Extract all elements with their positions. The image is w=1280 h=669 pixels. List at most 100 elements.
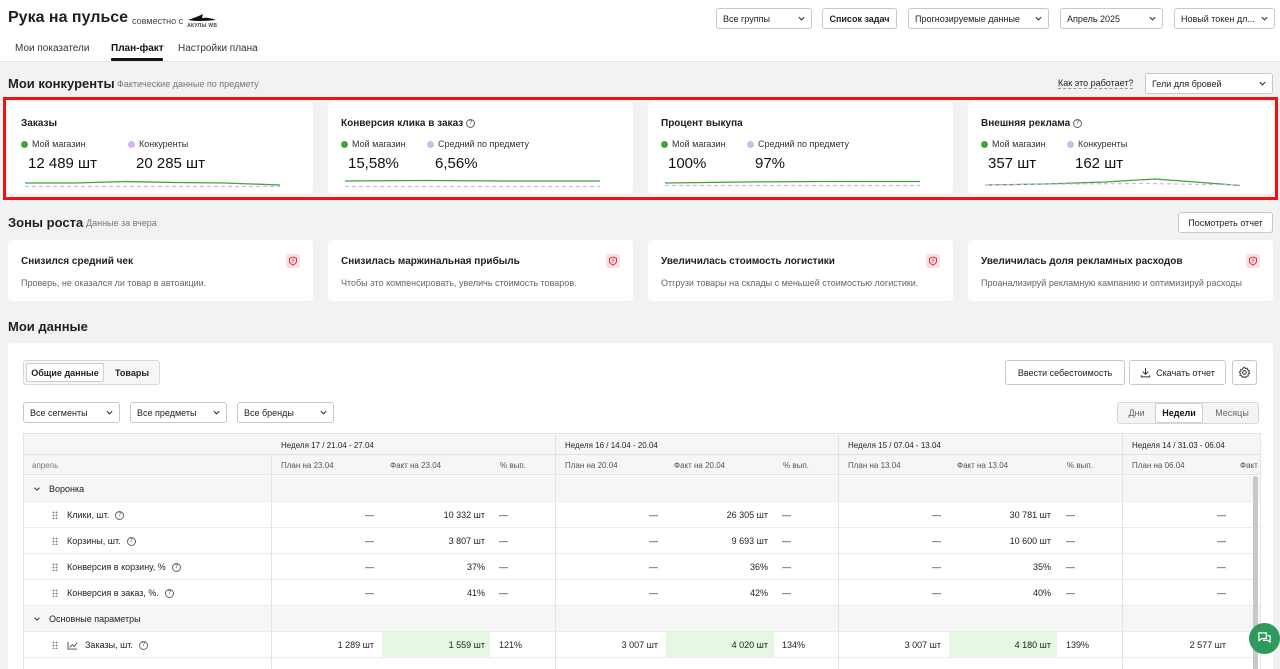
chevron-down-icon bbox=[34, 617, 40, 621]
column-divider bbox=[838, 434, 839, 669]
pct-cell: — bbox=[499, 562, 508, 572]
fact-column: Факт на 20.04 bbox=[674, 461, 726, 470]
value-cell: 40% bbox=[1032, 588, 1051, 598]
tab-plan-settings[interactable]: Настройки плана bbox=[178, 43, 258, 54]
chat-icon bbox=[1258, 632, 1271, 643]
info-icon[interactable]: ? bbox=[115, 510, 125, 520]
pct-cell: — bbox=[499, 588, 508, 598]
row-label-text: Заказы, шт. bbox=[85, 640, 133, 650]
group-row-main[interactable]: Основные параметры bbox=[24, 606, 1260, 632]
value-cell: 1 559 шт bbox=[448, 640, 485, 650]
growth-card-desc: Отгрузи товары на склады с меньшей стоим… bbox=[661, 278, 919, 288]
items-filter[interactable]: Все предметы bbox=[130, 402, 227, 423]
growth-card-desc: Проанализируй рекламную кампанию и оптим… bbox=[981, 278, 1242, 288]
groups-select-value: Все группы bbox=[723, 13, 770, 24]
value-cell: 4 180 шт bbox=[1014, 640, 1051, 650]
tab-my-metrics[interactable]: Мои показатели bbox=[15, 43, 89, 54]
app-title: Рука на пульсе bbox=[8, 9, 129, 26]
tab-plan-fact[interactable]: План-факт bbox=[111, 43, 164, 54]
pct-cell: — bbox=[782, 536, 791, 546]
value-cell: 3 807 шт bbox=[448, 536, 485, 546]
category-select[interactable]: Гели для бровей bbox=[1145, 73, 1273, 94]
value-cell: 10 600 шт bbox=[1009, 536, 1051, 546]
group-row-funnel[interactable]: Воронка bbox=[24, 476, 1260, 502]
value-cell: — bbox=[649, 510, 658, 520]
month-value: Апрель 2025 bbox=[1067, 13, 1121, 24]
table-row[interactable]: Клики, шт.? — 10 332 шт — — 26 305 шт — — 30 781… bbox=[24, 502, 1260, 528]
value-cell: 9 693 шт bbox=[731, 536, 768, 546]
tab-products[interactable]: Товары bbox=[106, 363, 158, 382]
month-select[interactable]: Апрель 2025 bbox=[1060, 8, 1163, 29]
table-row[interactable]: Корзины, шт.? — 3 807 шт — — 9 693 шт — — 10 600… bbox=[24, 528, 1260, 554]
items-filter-value: Все предметы bbox=[137, 407, 197, 418]
info-icon[interactable]: ? bbox=[171, 562, 181, 572]
token-value: Новый токен дл... bbox=[1181, 13, 1255, 24]
month-label: апрель bbox=[32, 461, 59, 470]
chevron-down-icon bbox=[106, 410, 113, 415]
table-row[interactable]: Конверсия в заказ, %.? — 41% — — 42% — — 40% — — bbox=[24, 580, 1260, 606]
drag-handle-icon[interactable] bbox=[52, 563, 58, 571]
task-list-button[interactable]: Список задач bbox=[822, 8, 897, 29]
chevron-down-icon bbox=[34, 487, 40, 491]
tab-general-data[interactable]: Общие данные bbox=[26, 363, 104, 382]
pct-cell: — bbox=[499, 536, 508, 546]
growth-card-margin[interactable]: Снизилась маржинальная прибыль Чтобы это… bbox=[328, 240, 633, 301]
value-cell: — bbox=[649, 562, 658, 572]
data-mode-select[interactable]: Прогнозируемые данные bbox=[908, 8, 1049, 29]
pct-cell: — bbox=[1066, 510, 1075, 520]
value-cell: — bbox=[1217, 588, 1226, 598]
pct-cell: — bbox=[1066, 588, 1075, 598]
brands-filter-value: Все бренды bbox=[244, 407, 294, 418]
value-cell: 41% bbox=[466, 588, 485, 598]
chat-support-button[interactable] bbox=[1249, 623, 1280, 654]
value-cell: 26 305 шт bbox=[726, 510, 768, 520]
group-label: Основные параметры bbox=[49, 614, 141, 624]
period-weeks[interactable]: Недели bbox=[1155, 403, 1203, 423]
drag-handle-icon[interactable] bbox=[52, 537, 58, 545]
drag-handle-icon[interactable] bbox=[52, 589, 58, 597]
info-icon[interactable]: ? bbox=[138, 640, 148, 650]
token-select[interactable]: Новый токен дл... bbox=[1174, 8, 1275, 29]
brands-filter[interactable]: Все бренды bbox=[237, 402, 334, 423]
settings-button[interactable] bbox=[1232, 360, 1257, 385]
data-tabs: Общие данные Товары bbox=[23, 360, 160, 385]
table-week-header: Неделя 17 / 21.04 - 27.04 Неделя 16 / 14… bbox=[24, 434, 1260, 455]
drag-handle-icon[interactable] bbox=[52, 641, 58, 649]
pct-cell: — bbox=[782, 562, 791, 572]
plan-column: План на 23.04 bbox=[281, 461, 334, 470]
pct-cell: 139% bbox=[1066, 640, 1090, 650]
week-label: Неделя 14 / 31.03 - 06.04 bbox=[1132, 441, 1225, 450]
value-cell: 35% bbox=[1032, 562, 1051, 572]
enter-cost-button[interactable]: Ввести себестоимость bbox=[1005, 360, 1125, 385]
growth-card-logistics[interactable]: Увеличилась стоимость логистики Отгрузи … bbox=[648, 240, 953, 301]
info-icon[interactable]: ? bbox=[126, 536, 136, 546]
value-cell: — bbox=[365, 536, 374, 546]
growth-card-title: Увеличилась доля рекламных расходов bbox=[981, 256, 1183, 267]
how-it-works-link[interactable]: Как это работает? bbox=[1058, 78, 1134, 89]
view-report-button[interactable]: Посмотреть отчет bbox=[1178, 212, 1273, 233]
groups-select[interactable]: Все группы bbox=[716, 8, 812, 29]
period-switch: Дни Недели Месяцы bbox=[1117, 402, 1259, 424]
growth-card-ad-spend[interactable]: Увеличилась доля рекламных расходов Проа… bbox=[968, 240, 1273, 301]
row-label: Конверсия в корзину, %? bbox=[52, 562, 181, 572]
growth-card-avg-check[interactable]: Снизился средний чек Проверь, не оказалс… bbox=[8, 240, 313, 301]
period-months[interactable]: Месяцы bbox=[1206, 403, 1258, 423]
chevron-down-icon bbox=[1259, 81, 1266, 86]
column-divider bbox=[271, 455, 272, 669]
table-row[interactable]: Конверсия в корзину, %? — 37% — — 36% — — 35% — — bbox=[24, 554, 1260, 580]
pct-cell: 134% bbox=[782, 640, 806, 650]
segments-filter-value: Все сегменты bbox=[30, 407, 88, 418]
week-label: Неделя 16 / 14.04 - 20.04 bbox=[565, 441, 658, 450]
download-report-button[interactable]: Скачать отчет bbox=[1129, 360, 1226, 385]
table-row[interactable]: Заказы, шт.? 1 289 шт 1 559 шт 121% 3 007 шт… bbox=[24, 632, 1260, 658]
chart-line-icon[interactable] bbox=[67, 641, 78, 650]
info-icon[interactable]: ? bbox=[164, 588, 174, 598]
period-days[interactable]: Дни bbox=[1120, 403, 1153, 423]
fact-column: Факт на 13.04 bbox=[957, 461, 1009, 470]
growth-card-title: Снизилась маржинальная прибыль bbox=[341, 256, 520, 267]
shark-icon bbox=[188, 14, 217, 21]
pct-cell: 121% bbox=[499, 640, 523, 650]
chevron-down-icon bbox=[1261, 16, 1268, 21]
drag-handle-icon[interactable] bbox=[52, 511, 58, 519]
segments-filter[interactable]: Все сегменты bbox=[23, 402, 120, 423]
